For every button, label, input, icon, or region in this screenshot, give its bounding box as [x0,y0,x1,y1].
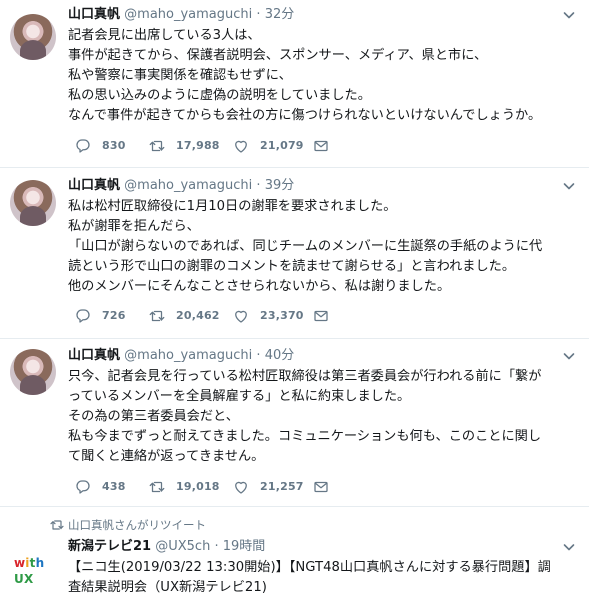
reply-button[interactable]: 830 [74,137,126,155]
tweet[interactable]: 山口真帆 @maho_yamaguchi · 32分 記者会見に出席している3人… [0,0,589,168]
user-handle[interactable]: @maho_yamaguchi [124,348,252,363]
envelope-icon [314,481,328,493]
like-count: 23,370 [260,309,304,322]
separator-dot: · [214,539,219,554]
tweet-header: 山口真帆 @maho_yamaguchi · 40分 [68,347,294,365]
retweet-icon [149,140,165,152]
like-button[interactable]: 21,257 [232,478,304,496]
tweet-text-line: 私も今までずっと耐えてきました。コミュニケーションも何も、このことに関し [68,429,542,444]
tweet-text-line: 他のメンバーにそんなことさせられないから、私は謝りました。 [68,279,451,294]
channel-logo-text: UX [14,572,34,586]
like-count: 21,079 [260,139,304,152]
tweet-text: 私は松村匠取締役に1月10日の謝罪を要求されました。 私が謝罪を拒んだら、 「山… [68,197,578,297]
heart-icon [235,310,247,323]
tweet-text-line: 私が謝罪を拒んだら、 [68,219,200,234]
display-name[interactable]: 山口真帆 [68,348,120,363]
retweet-icon [149,481,165,493]
reply-button[interactable]: 726 [74,307,126,325]
direct-message-button[interactable] [312,137,330,155]
retweet-count: 19,018 [176,480,220,493]
tweet-text-line: 私は松村匠取締役に1月10日の謝罪を要求されました。 [68,199,397,214]
user-handle[interactable]: @maho_yamaguchi [124,7,252,22]
tweet-text-line: 事件が起きてから、保護者説明会、スポンサー、メディア、県と市に、 [68,48,488,63]
reply-icon [76,309,90,323]
display-name[interactable]: 山口真帆 [68,178,120,193]
reply-button[interactable]: 438 [74,478,126,496]
tweet[interactable]: 山口真帆 @maho_yamaguchi · 40分 只今、記者会見を行っている… [0,339,589,507]
timeline: 山口真帆 @maho_yamaguchi · 32分 記者会見に出席している3人… [0,0,589,602]
timestamp[interactable]: 40分 [265,348,295,363]
tweet-text: 【ニコ生(2019/03/22 13:30開始)】【NGT48山口真帆さんに対す… [68,558,578,598]
envelope-icon [314,310,328,322]
tweet-text-line: 只今、記者会見を行っている松村匠取締役は第三者委員会が行われる前に「繋が [68,369,542,384]
channel-logo[interactable]: with UX [14,555,56,586]
retweet-button[interactable]: 19,018 [148,478,220,496]
tweet-text: 記者会見に出席している3人は、 事件が起きてから、保護者説明会、スポンサー、メデ… [68,26,578,126]
like-button[interactable]: 23,370 [232,307,304,325]
chevron-down-icon [563,12,575,19]
retweet-button[interactable]: 20,462 [148,307,220,325]
more-menu[interactable] [561,178,577,194]
reply-icon [76,139,90,153]
envelope-icon [314,140,328,152]
tweet-text-line: その為の第三者委員会だと、 [68,409,239,424]
reply-count: 830 [102,139,126,152]
retweeted-by-label[interactable]: 山口真帆さんがリツイート [68,517,206,533]
tweet-text-line: 記者会見に出席している3人は、 [68,28,261,43]
direct-message-button[interactable] [312,307,330,325]
display-name[interactable]: 新潟テレビ21 [68,539,151,554]
timestamp[interactable]: 19時間 [223,539,266,554]
display-name[interactable]: 山口真帆 [68,7,120,22]
avatar[interactable] [10,180,56,226]
separator-dot: · [256,7,261,22]
tweet-header: 新潟テレビ21 @UX5ch · 19時間 [68,538,265,556]
tweet-header: 山口真帆 @maho_yamaguchi · 39分 [68,177,294,195]
more-menu[interactable] [561,7,577,23]
timestamp[interactable]: 32分 [265,7,295,22]
retweet-count: 20,462 [176,309,220,322]
tweet-text-line: なんで事件が起きてからも会社の方に傷つけられないといけないんでしょうか。 [68,108,542,123]
retweet-icon [50,520,64,530]
separator-dot: · [256,178,261,193]
more-menu[interactable] [561,539,577,555]
chevron-down-icon [563,183,575,190]
reply-icon [76,480,90,494]
reply-count: 726 [102,309,126,322]
heart-icon [235,481,247,494]
retweet-button[interactable]: 17,988 [148,137,220,155]
tweet-text: 只今、記者会見を行っている松村匠取締役は第三者委員会が行われる前に「繋が ってい… [68,367,578,467]
tweet-text-line: 私や警察に事実関係を確認もせずに、 [68,68,292,83]
user-handle[interactable]: @UX5ch [155,539,210,554]
tweet-text-line: 私の思い込みのように虚偽の説明をしていました。 [68,88,371,103]
chevron-down-icon [563,353,575,360]
more-menu[interactable] [561,348,577,364]
direct-message-button[interactable] [312,478,330,496]
tweet-text-line: 【ニコ生(2019/03/22 13:30開始)】【NGT48山口真帆さんに対す… [68,560,551,575]
tweet-header: 山口真帆 @maho_yamaguchi · 32分 [68,6,294,24]
retweet-icon [149,310,165,322]
like-count: 21,257 [260,480,304,493]
retweet-count: 17,988 [176,139,220,152]
avatar[interactable] [10,14,56,60]
tweet-text-line: っているメンバーを全員解雇する」と私に約束しました。 [68,389,411,404]
tweet-text-line: て聞くと連絡が返ってきません。 [68,449,265,464]
tweet[interactable]: 山口真帆 @maho_yamaguchi · 39分 私は松村匠取締役に1月10… [0,168,589,339]
tweet-text-line: 「山口が謝らないのであれば、同じチームのメンバーに生誕祭の手紙のように代 [68,239,543,254]
tweet-text-line: 査結果説明会（UX新潟テレビ21) [68,580,267,595]
tweet-text-line: 読という形で山口の謝罪のコメントを読ませて謝らせる」と言われました。 [68,259,516,274]
timestamp[interactable]: 39分 [265,178,295,193]
separator-dot: · [256,348,261,363]
reply-count: 438 [102,480,126,493]
heart-icon [235,140,247,153]
avatar[interactable] [10,349,56,395]
chevron-down-icon [563,544,575,551]
like-button[interactable]: 21,079 [232,137,304,155]
user-handle[interactable]: @maho_yamaguchi [124,178,252,193]
